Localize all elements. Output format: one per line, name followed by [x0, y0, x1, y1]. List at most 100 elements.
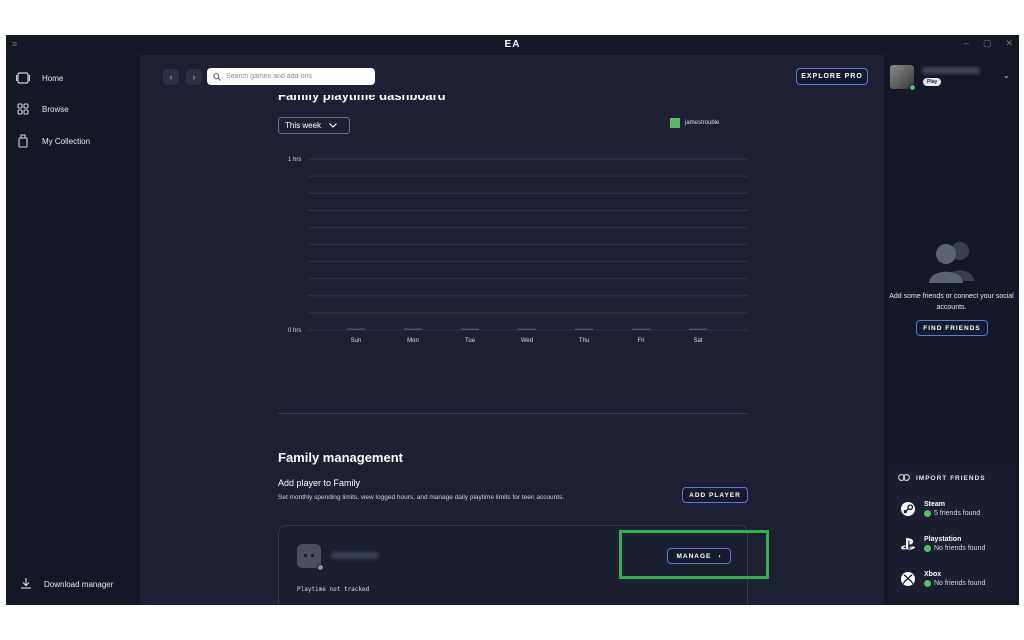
import-row-playstation[interactable]: Playstation No friends found [900, 536, 985, 552]
manage-button[interactable]: MANAGE › [667, 548, 731, 564]
platform-status: No friends found [924, 580, 985, 587]
search-icon [213, 68, 221, 86]
collection-icon [16, 134, 30, 148]
platform-status: 5 friends found [924, 510, 980, 517]
import-row-xbox[interactable]: Xbox No friends found [900, 571, 985, 587]
online-status-dot [909, 84, 916, 91]
search-box[interactable] [207, 68, 375, 85]
ea-app-window: ≡ EA – ▢ ✕ Home Browse My Collection Dow… [6, 35, 1019, 605]
import-row-text: Steam 5 friends found [924, 501, 980, 517]
playtime-chart: 0 hrs 1 hrs Sun Mon Tue Wed Thu Fri Sat [288, 157, 748, 344]
download-manager-button[interactable]: Download manager [20, 577, 113, 591]
platform-name: Steam [924, 501, 946, 508]
explore-pro-button[interactable]: EXPLORE PRO [796, 68, 868, 85]
import-friends-title: IMPORT FRIENDS [898, 474, 986, 483]
legend-label: jamestrouble [685, 120, 720, 126]
friends-empty-text: Add some friends or connect your social … [889, 293, 1014, 311]
steam-icon [900, 501, 916, 517]
forward-button[interactable]: › [186, 69, 202, 85]
player-name-redacted [331, 552, 379, 559]
download-manager-label: Download manager [44, 579, 114, 589]
add-player-description: Set monthly spending limits, view logged… [278, 494, 565, 501]
search-input[interactable] [226, 73, 366, 80]
sidebar-item-label: Browse [42, 104, 69, 114]
x-tick-label: Fri [638, 338, 645, 344]
profile-name-redacted [922, 67, 980, 74]
x-tick-label: Mon [407, 338, 419, 344]
add-player-button[interactable]: ADD PLAYER [682, 487, 748, 503]
check-icon [924, 580, 931, 587]
chart-bar [575, 328, 593, 330]
chart-bar [461, 328, 479, 330]
x-tick-label: Tue [465, 338, 476, 344]
chart-bar [632, 328, 650, 330]
platform-name: Playstation [924, 536, 962, 543]
import-friends-label: IMPORT FRIENDS [916, 475, 986, 482]
sidebar-item-browse[interactable]: Browse [16, 101, 69, 117]
chart-bar [347, 328, 365, 330]
import-row-text: Playstation No friends found [924, 536, 985, 552]
chevron-right-icon: › [718, 552, 722, 560]
maximize-icon[interactable]: ▢ [983, 38, 992, 49]
section-divider [278, 413, 748, 414]
friends-panel: Play ⌄ Add some friends or connect your … [884, 55, 1019, 605]
platform-status: No friends found [924, 545, 985, 552]
import-row-steam[interactable]: Steam 5 friends found [900, 501, 980, 517]
y-tick-label: 1 hrs [288, 157, 301, 163]
xbox-icon [900, 571, 916, 587]
status-dot [317, 564, 324, 571]
chart-bar [689, 328, 707, 330]
minimize-icon[interactable]: – [964, 38, 969, 49]
chart-bar [404, 328, 422, 330]
profile-avatar[interactable] [890, 65, 916, 91]
avatar [297, 544, 324, 571]
avatar-eye [311, 554, 314, 557]
platform-status-text: No friends found [934, 580, 986, 587]
top-bar: ‹ › EXPLORE PRO [140, 55, 884, 95]
avatar-eye [304, 554, 307, 557]
platform-status-text: No friends found [934, 545, 986, 552]
profile-menu-chevron-icon[interactable]: ⌄ [1003, 71, 1010, 80]
sidebar-item-my-collection[interactable]: My Collection [16, 133, 90, 149]
sidebar-item-home[interactable]: Home [16, 70, 63, 86]
x-tick-label: Sat [693, 338, 702, 344]
family-player-card: Playtime not tracked MANAGE › [278, 525, 769, 605]
window-controls: – ▢ ✕ [964, 38, 1013, 49]
chart-bar [518, 328, 536, 330]
close-icon[interactable]: ✕ [1005, 38, 1013, 49]
status-badge: Play [923, 78, 942, 86]
title-bar: ≡ EA – ▢ ✕ [6, 35, 1019, 55]
x-tick-label: Thu [579, 338, 589, 344]
period-select-value: This week [285, 121, 322, 130]
x-tick-label: Sun [351, 338, 362, 344]
sidebar: Home Browse My Collection Download manag… [6, 55, 140, 605]
chart-legend: jamestrouble [670, 118, 719, 128]
platform-name: Xbox [924, 571, 942, 578]
playtime-status: Playtime not tracked [297, 586, 370, 593]
find-friends-button[interactable]: FIND FRIENDS [916, 320, 988, 336]
back-button[interactable]: ‹ [163, 69, 179, 85]
check-icon [924, 510, 931, 517]
y-tick-label: 0 hrs [288, 328, 301, 334]
sidebar-item-label: My Collection [42, 136, 91, 146]
playstation-icon [900, 536, 916, 552]
family-management-title: Family management [278, 450, 403, 465]
check-icon [924, 545, 931, 552]
import-row-text: Xbox No friends found [924, 571, 985, 587]
sidebar-item-label: Home [42, 73, 64, 83]
chevron-down-icon [329, 121, 337, 130]
manage-label: MANAGE [676, 552, 712, 560]
grid-icon [16, 102, 30, 116]
legend-swatch [670, 118, 680, 128]
home-icon [16, 71, 30, 85]
main-content: ‹ › EXPLORE PRO Family playtime dashboar… [140, 55, 884, 605]
import-friends-card: IMPORT FRIENDS Steam 5 friends found Pla… [888, 464, 1016, 600]
x-tick-label: Wed [521, 338, 533, 344]
platform-status-text: 5 friends found [934, 510, 981, 517]
window-title: EA [504, 39, 521, 50]
friends-illustration-icon [924, 237, 980, 290]
add-player-title: Add player to Family [278, 478, 361, 488]
link-icon [898, 474, 910, 483]
period-select[interactable]: This week [278, 117, 350, 134]
download-icon [20, 577, 32, 591]
